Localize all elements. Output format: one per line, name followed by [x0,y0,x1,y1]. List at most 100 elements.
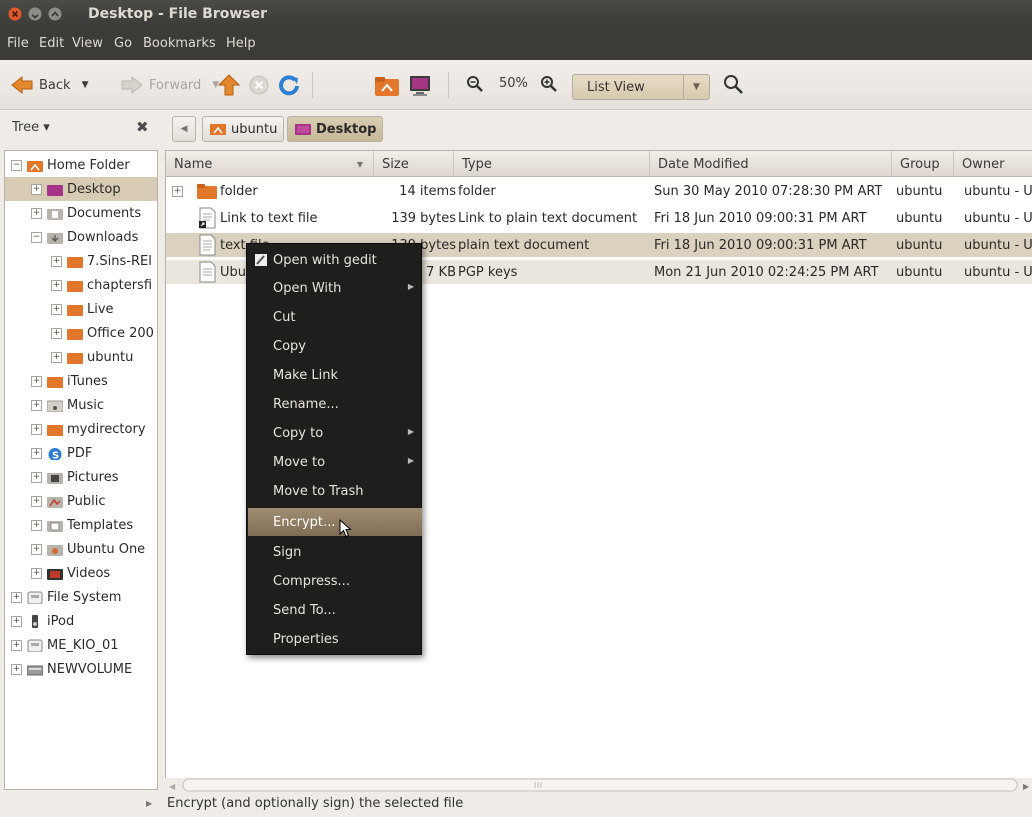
menu-rename[interactable]: Rename... [248,390,422,418]
menu-copy-to[interactable]: Copy to ▶ [248,419,422,447]
expand-icon[interactable]: + [11,591,22,603]
maximize-window-icon[interactable] [48,7,62,21]
menu-bookmarks[interactable]: Bookmarks [143,36,216,51]
menu-make-link[interactable]: Make Link [248,361,422,389]
file-name: Link to text file [220,210,318,226]
expand-icon[interactable]: + [31,447,42,459]
expand-icon[interactable]: + [31,423,42,435]
expand-icon[interactable]: + [31,567,42,579]
expand-icon[interactable]: + [31,495,42,507]
tree-item-live[interactable]: + Live [5,297,157,321]
expand-icon[interactable]: + [31,375,42,387]
forward-button[interactable]: Forward ▼ [120,75,219,95]
tree-item-ubuntu-one[interactable]: + Ubuntu One [5,537,157,561]
file-list-horizontal-scrollbar[interactable]: ◀ ▶ [165,778,1032,792]
menu-compress[interactable]: Compress... [248,567,422,595]
tree-item-7-sins[interactable]: + 7.Sins-REl [5,249,157,273]
back-dropdown-icon[interactable]: ▼ [82,80,89,90]
tree-item-mydirectory[interactable]: + mydirectory [5,417,157,441]
close-window-icon[interactable] [8,7,22,21]
menu-help[interactable]: Help [226,36,256,51]
tree-item-label: iPod [47,613,75,629]
close-sidebar-icon[interactable]: ✖ [136,118,149,136]
up-button[interactable] [218,73,240,97]
menu-open-with-gedit[interactable]: Open with gedit [248,246,422,274]
menu-send-to[interactable]: Send To... [248,596,422,624]
expand-icon[interactable]: + [11,663,22,675]
home-button[interactable] [374,75,400,97]
expand-icon[interactable]: + [51,303,62,315]
column-owner[interactable]: Owner [954,151,1032,177]
menu-item-label: Sign [273,544,302,560]
expand-icon[interactable]: + [31,183,42,195]
tree-item-ubuntu[interactable]: + ubuntu [5,345,157,369]
column-date-modified[interactable]: Date Modified [650,151,892,177]
collapse-icon[interactable]: − [11,159,22,171]
ubuntu-one-icon [47,544,63,556]
expand-icon[interactable]: + [51,351,62,363]
collapse-icon[interactable]: − [31,231,42,243]
column-group[interactable]: Group [892,151,954,177]
tree-item-pictures[interactable]: + Pictures [5,465,157,489]
tree-item-me-kio[interactable]: + ME_KIO_01 [5,633,157,657]
expand-icon[interactable]: + [11,639,22,651]
expand-icon[interactable]: + [51,255,62,267]
tree-item-ipod[interactable]: + iPod [5,609,157,633]
sidebar-pane-selector[interactable]: Tree ▾ [12,120,50,135]
zoom-in-button[interactable] [540,75,558,93]
menu-cut[interactable]: Cut [248,303,422,331]
zoom-out-button[interactable] [466,75,484,93]
menu-sign[interactable]: Sign [248,538,422,566]
tree-item-pdf[interactable]: + S PDF [5,441,157,465]
tree-item-videos[interactable]: + Videos [5,561,157,585]
expand-icon[interactable]: + [31,207,42,219]
tree-item-templates[interactable]: + Templates [5,513,157,537]
expand-icon[interactable]: + [31,519,42,531]
tree-item-music[interactable]: + Music [5,393,157,417]
expand-icon[interactable]: + [31,471,42,483]
breadcrumb-scroll-left[interactable]: ◀ [172,116,196,142]
breadcrumb-desktop[interactable]: Desktop [287,116,384,142]
menu-view[interactable]: View [72,36,103,51]
menu-properties[interactable]: Properties [248,625,422,653]
tree-item-office[interactable]: + Office 200 [5,321,157,345]
tree-item-desktop[interactable]: + Desktop [5,177,157,201]
expand-icon[interactable]: + [31,399,42,411]
menu-move-to[interactable]: Move to ▶ [248,448,422,476]
tree-item-newvolume[interactable]: + NEWVOLUME [5,657,157,681]
tree-item-downloads[interactable]: − Downloads [5,225,157,249]
menu-copy[interactable]: Copy [248,332,422,360]
minimize-window-icon[interactable] [28,7,42,21]
menu-file[interactable]: File [7,36,29,51]
expand-icon[interactable]: + [51,279,62,291]
menu-go[interactable]: Go [114,36,132,51]
expand-icon[interactable]: + [172,179,183,203]
tree-item-public[interactable]: + Public [5,489,157,513]
menu-open-with[interactable]: Open With ▶ [248,274,422,302]
expand-icon[interactable]: + [11,615,22,627]
tree-item-file-system[interactable]: + File System [5,585,157,609]
toolbar-separator [312,72,313,98]
menu-move-to-trash[interactable]: Move to Trash [248,477,422,505]
file-row-folder[interactable]: + folder 14 items folder Sun 30 May 2010… [166,179,1032,203]
search-button[interactable] [722,73,744,95]
expand-icon[interactable]: + [51,327,62,339]
tree-item-home-folder[interactable]: − Home Folder [5,153,157,177]
reload-button[interactable] [278,74,300,96]
expand-icon[interactable]: + [31,543,42,555]
tree-item-chapters[interactable]: + chaptersfi [5,273,157,297]
stop-button[interactable] [248,74,270,96]
breadcrumb-ubuntu[interactable]: ubuntu [202,116,285,142]
zoom-level: 50% [499,76,528,91]
column-name[interactable]: Name ▼ [166,151,374,177]
computer-button[interactable] [408,74,432,98]
column-type[interactable]: Type [454,151,650,177]
menu-encrypt[interactable]: Encrypt... [248,508,422,538]
file-row-link[interactable]: Link to text file 139 bytes Link to plai… [166,206,1032,230]
back-button[interactable]: Back ▼ [10,75,88,95]
menu-edit[interactable]: Edit [39,36,64,51]
tree-item-documents[interactable]: + Documents [5,201,157,225]
view-mode-select[interactable]: List View ▼ [572,74,710,100]
tree-item-itunes[interactable]: + iTunes [5,369,157,393]
column-size[interactable]: Size [374,151,454,177]
